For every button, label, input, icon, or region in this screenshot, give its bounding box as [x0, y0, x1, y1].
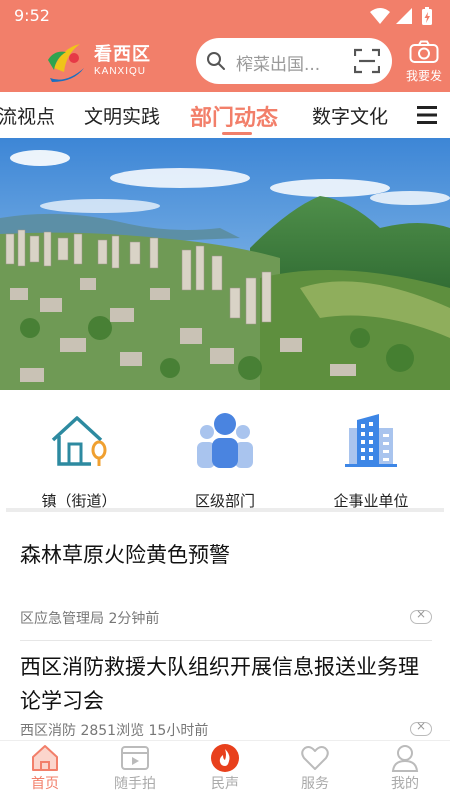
camera-icon [409, 40, 439, 63]
news-item[interactable]: 西区消防救援大队组织开展信息报送业务理论学习会 西区消防 2851浏览 15小时… [20, 650, 432, 742]
nav-home-label: 首页 [31, 776, 59, 792]
channel-tabs: 流视点 文明实践 部门动态 数字文化 [0, 92, 450, 138]
scan-icon[interactable] [354, 48, 380, 74]
user-icon [391, 745, 419, 772]
bottom-navigation: 首页 随手拍 民声 服务 我的 [0, 740, 450, 800]
tab-shuzi[interactable]: 数字文化 [312, 102, 388, 129]
news-item[interactable]: 森林草原火险黄色预警 区应急管理局 2分钟前 × [20, 538, 432, 648]
news-list: 森林草原火险黄色预警 区应急管理局 2分钟前 × 西区消防救援大队组织开展信息报… [0, 512, 450, 740]
home-icon [32, 745, 58, 771]
people-icon [197, 413, 253, 468]
nav-snapshot-label: 随手拍 [114, 776, 156, 792]
search-bar[interactable]: 榨菜出国... [196, 38, 392, 84]
nav-service[interactable]: 服务 [270, 741, 360, 800]
category-enterprise[interactable]: 企事业单位 [306, 408, 436, 510]
tab-wenming[interactable]: 文明实践 [84, 102, 160, 129]
app-name-en: KANXIQU [94, 66, 147, 77]
tab-active-indicator [222, 132, 252, 135]
tab-bumen[interactable]: 部门动态 [190, 100, 278, 132]
app-name: 看西区 [94, 44, 151, 65]
signal-icon [396, 8, 412, 24]
nav-profile[interactable]: 我的 [360, 741, 450, 800]
flame-icon [211, 744, 239, 772]
news-meta: 西区消防 2851浏览 15小时前 [20, 723, 209, 739]
nav-voice[interactable]: 民声 [180, 741, 270, 800]
app-header: 9:52 看西区 KANXIQU 榨菜出国... 我要发 [0, 0, 450, 92]
search-icon [207, 52, 225, 70]
category-grid: 镇（街道） 区级部门 企事业单位 [0, 392, 450, 510]
nav-snapshot[interactable]: 随手拍 [90, 741, 180, 800]
post-button[interactable]: 我要发 [402, 40, 446, 86]
video-icon [121, 746, 149, 770]
category-town[interactable]: 镇（街道） [14, 408, 144, 510]
tab-liushidian[interactable]: 流视点 [0, 102, 55, 129]
building-icon [345, 414, 397, 467]
status-time: 9:52 [14, 6, 50, 25]
news-meta: 区应急管理局 2分钟前 [20, 611, 160, 627]
news-title: 西区消防救援大队组织开展信息报送业务理论学习会 [20, 655, 419, 713]
news-divider [20, 640, 432, 641]
close-icon[interactable]: × [410, 607, 432, 624]
house-icon [51, 416, 107, 466]
category-district[interactable]: 区级部门 [160, 408, 290, 510]
city-landscape-image [0, 138, 450, 390]
battery-icon [422, 7, 432, 25]
nav-home[interactable]: 首页 [0, 741, 90, 800]
heart-icon [301, 746, 329, 770]
banner-image[interactable] [0, 138, 450, 390]
post-label: 我要发 [405, 69, 442, 83]
status-bar: 9:52 [0, 0, 450, 32]
close-icon[interactable]: × [410, 719, 432, 736]
menu-icon[interactable] [416, 105, 438, 125]
status-icons [370, 7, 432, 25]
wifi-icon [370, 8, 390, 24]
logo-mark-icon [48, 44, 84, 82]
nav-profile-label: 我的 [391, 776, 419, 792]
app-logo[interactable]: 看西区 KANXIQU [44, 38, 156, 86]
nav-voice-label: 民声 [211, 776, 239, 792]
nav-service-label: 服务 [301, 776, 329, 792]
news-title: 森林草原火险黄色预警 [20, 543, 230, 567]
search-placeholder: 榨菜出国... [236, 55, 321, 75]
